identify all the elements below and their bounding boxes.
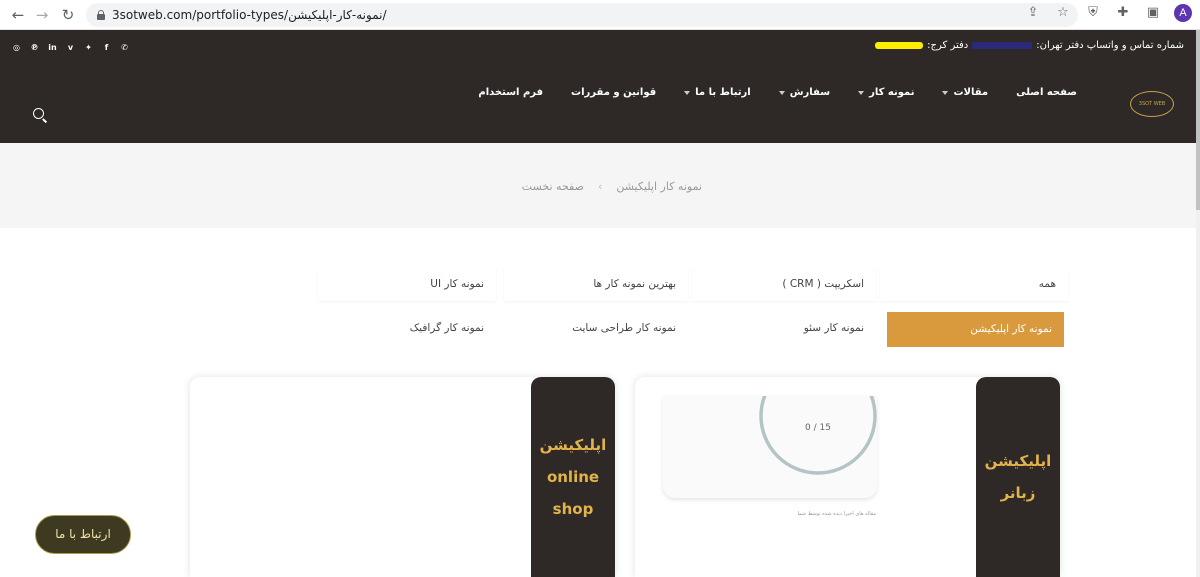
card-title: shop [552,500,594,518]
instagram-icon[interactable]: ◎ [12,43,21,52]
chevron-down-icon [684,90,691,95]
filter-graphic[interactable]: نمونه کار گرافیک [318,312,496,345]
filter-site-design[interactable]: نمونه کار طراحی سایت [504,312,688,345]
filter-app[interactable]: نمونه کار اپلیکیشن [887,312,1064,347]
breadcrumb-separator: › [597,180,603,193]
breadcrumb-home[interactable]: صفحه نخست [522,180,584,193]
filter-ui[interactable]: نمونه کار UI [318,268,496,301]
search-icon[interactable] [33,108,47,122]
nav-articles[interactable]: مقالات [928,87,1002,98]
sidepanel-icon[interactable]: ▣ [1144,4,1162,22]
card-title-panel: اپلیکیشن زبانر [976,377,1060,577]
contact-text: شماره تماس و واتساپ دفتر تهران: [1036,40,1184,51]
pinterest-icon[interactable]: ℗ [30,43,39,52]
card-caption: مقاله های اخیرا دیده شده توسط شما [797,511,877,517]
card-title-panel: اپلیکیشن online shop [531,377,615,577]
forward-icon[interactable]: → [32,5,52,25]
card-title: اپلیکیشن [539,436,607,454]
nav-contact[interactable]: ارتباط با ما [670,87,765,98]
card-title: زبانر [1000,484,1036,502]
app-preview [663,396,877,498]
nav-rules[interactable]: قوانین و مقررات [557,87,670,98]
browser-tools: ⇪ ☆ ⛨ ✚ ▣ A [1024,4,1192,22]
site-header: شماره تماس و واتساپ دفتر تهران: دفتر کرج… [0,30,1196,143]
nav-employment[interactable]: فرم استخدام [464,87,557,98]
progress-ring [759,396,877,475]
facebook-icon[interactable]: f [102,43,111,52]
chevron-down-icon [778,90,785,95]
whatsapp-icon[interactable]: ✆ [120,43,129,52]
browser-toolbar: ← → ↻ 3sotweb.com/portfolio-types/نمونه-… [0,0,1200,30]
back-icon[interactable]: ← [8,5,28,25]
redacted-phone [972,42,1033,49]
filter-all[interactable]: همه [880,268,1068,301]
address-bar[interactable]: 3sotweb.com/portfolio-types/نمونه-کار-اپ… [86,3,1078,27]
main-nav: صفحه اصلی مقالات نمونه کار سفارش ارتباط … [464,87,1091,98]
progress-counter: 0 / 15 [805,423,831,433]
floating-contact-button[interactable]: ارتباط با ما [35,515,131,554]
chevron-down-icon [858,90,865,95]
breadcrumb: صفحه نخست › نمونه کار اپلیکیشن [522,180,702,193]
nav-order[interactable]: سفارش [765,87,844,98]
filter-seo[interactable]: نمونه کار سئو [692,312,876,345]
twitter-icon[interactable]: ✦ [84,43,93,52]
profile-avatar[interactable]: A [1174,4,1192,22]
chevron-down-icon [942,90,949,95]
vimeo-icon[interactable]: v [66,43,75,52]
extensions-icon[interactable]: ✚ [1114,4,1132,22]
reload-icon[interactable]: ↻ [58,5,78,25]
contact-text-2: دفتر کرج: [927,40,969,51]
contact-bar: شماره تماس و واتساپ دفتر تهران: دفتر کرج… [875,40,1184,51]
filter-best[interactable]: بهترین نمونه کار ها [504,268,688,301]
card-title: online [546,468,600,486]
page-title-band: صفحه نخست › نمونه کار اپلیکیشن [0,143,1196,228]
card-title: اپلیکیشن [984,452,1052,470]
share-icon[interactable]: ⇪ [1024,4,1042,22]
breadcrumb-current: نمونه کار اپلیکیشن [616,180,702,193]
site-logo[interactable]: 3SOT WEB [1130,91,1174,117]
scrollbar-thumb[interactable] [1196,30,1200,210]
filter-crm[interactable]: اسکریپت ( CRM ) [692,268,876,301]
shield-icon[interactable]: ⛨ [1084,4,1102,22]
lock-icon [96,10,106,20]
bookmark-star-icon[interactable]: ☆ [1054,4,1072,22]
redacted-phone-2 [875,42,924,49]
url-text: 3sotweb.com/portfolio-types/نمونه-کار-اپ… [112,8,387,22]
nav-home[interactable]: صفحه اصلی [1002,87,1091,98]
social-links: ◎ ℗ in v ✦ f ✆ [12,43,129,52]
nav-portfolio[interactable]: نمونه کار [844,87,928,98]
linkedin-icon[interactable]: in [48,43,57,52]
